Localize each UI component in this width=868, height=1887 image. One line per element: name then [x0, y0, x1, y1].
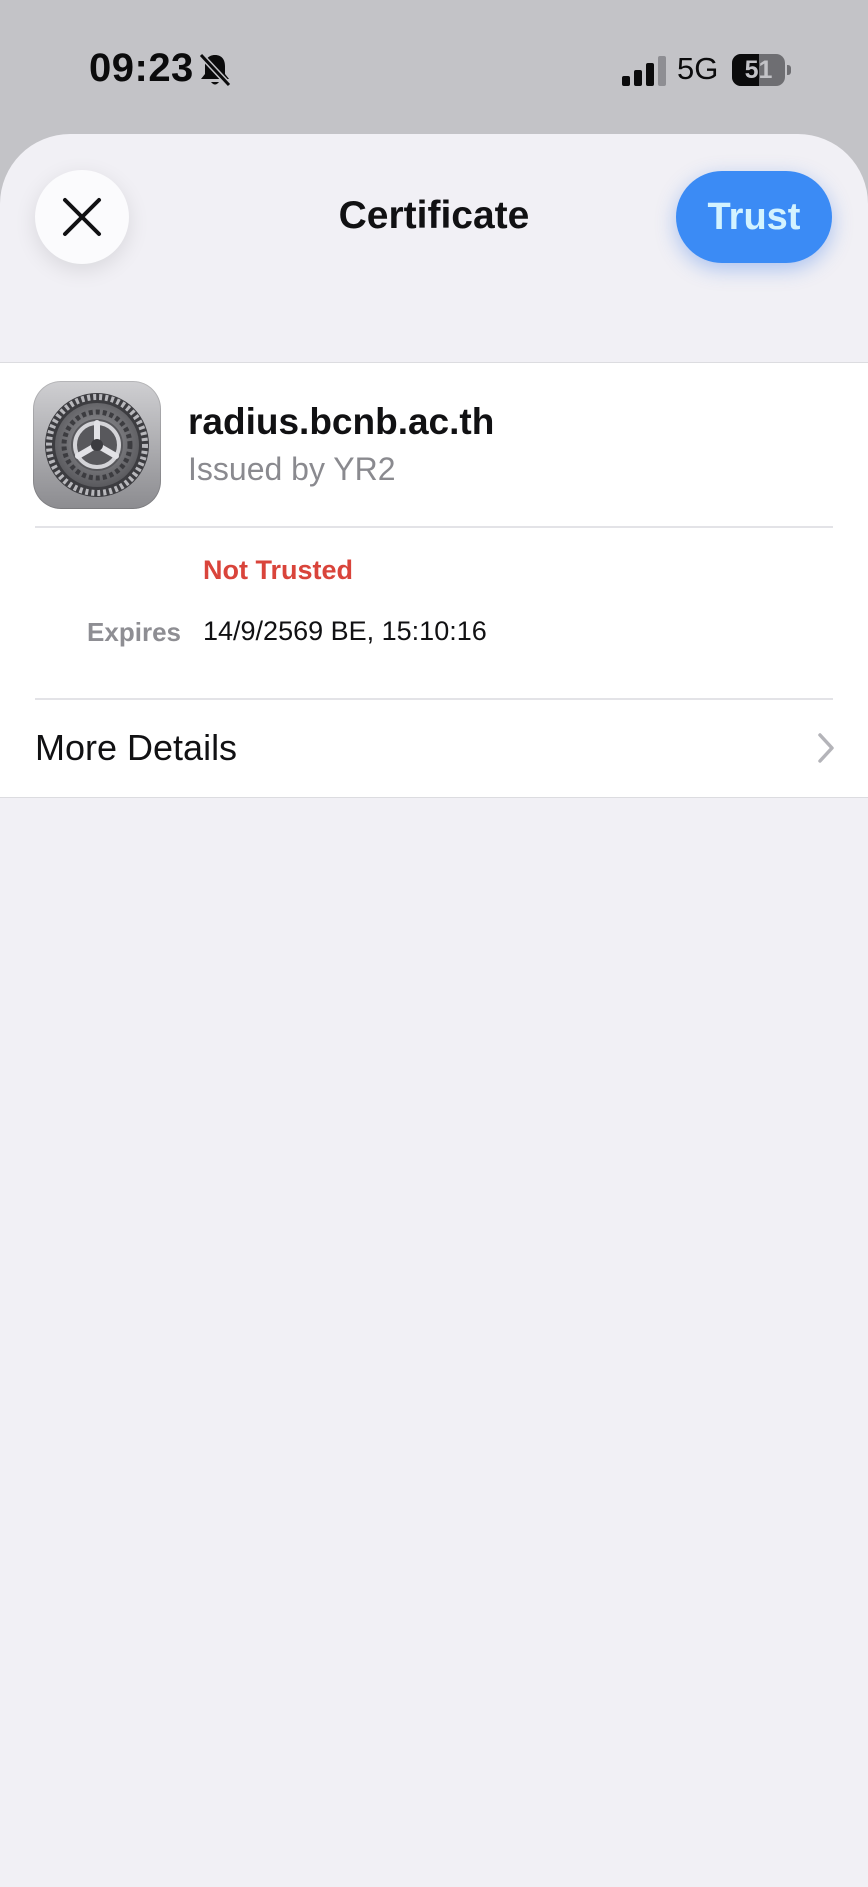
certificate-card: radius.bcnb.ac.th Issued by YR2 Not Trus…	[0, 362, 868, 798]
expires-label: Expires	[87, 617, 181, 647]
battery-level: 51	[744, 56, 773, 84]
certificate-name: radius.bcnb.ac.th	[188, 401, 495, 442]
battery-icon: 51	[732, 54, 792, 86]
trust-status: Not Trusted	[203, 555, 354, 585]
certificate-sheet: Certificate Trust radius.bcnb.ac.th Issu…	[0, 134, 868, 1887]
trust-button[interactable]: Trust	[676, 171, 832, 263]
network-type: 5G	[677, 51, 719, 86]
certificate-issuer: Issued by YR2	[188, 451, 396, 487]
bell-slash-icon	[198, 52, 232, 88]
divider	[35, 526, 833, 528]
more-details-label: More Details	[35, 727, 238, 768]
status-time: 09:23	[89, 46, 194, 90]
chevron-right-icon	[818, 733, 834, 763]
status-bar: 09:23 5G 51	[0, 0, 868, 134]
settings-gear-icon	[33, 381, 161, 509]
expires-value: 14/9/2569 BE, 15:10:16	[203, 616, 487, 646]
cellular-signal-icon	[622, 56, 666, 86]
more-details-row[interactable]: More Details	[0, 700, 868, 796]
